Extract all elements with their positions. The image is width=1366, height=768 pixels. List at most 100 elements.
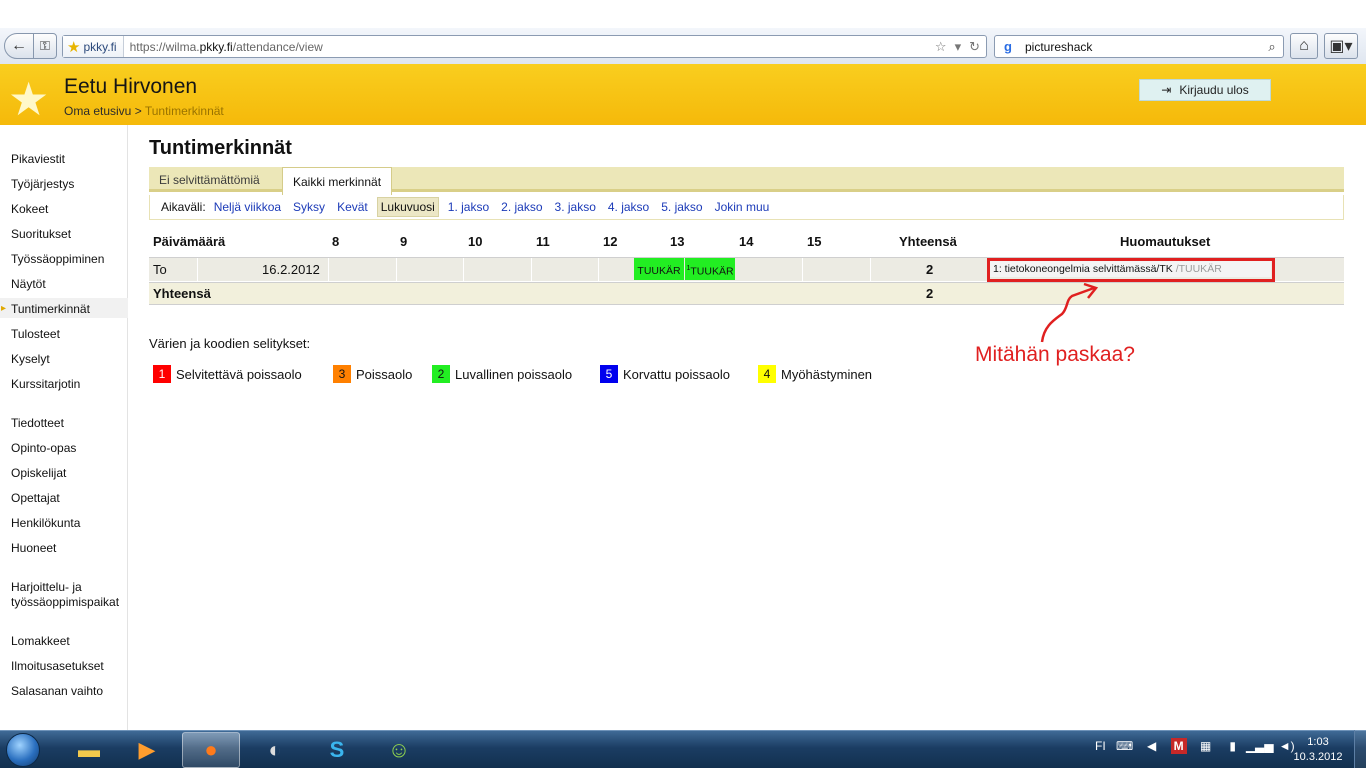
legend-swatch: 2 bbox=[432, 365, 450, 383]
cell-divider bbox=[598, 258, 599, 281]
search-icon[interactable]: ⌕ bbox=[1261, 39, 1283, 55]
back-button[interactable]: ← bbox=[4, 33, 34, 59]
sidebar-item-henkilokunta[interactable]: Henkilökunta bbox=[11, 516, 80, 530]
logo-star-icon: ★ bbox=[8, 73, 50, 125]
cell-divider bbox=[396, 258, 397, 281]
sidebar-item-suoritukset[interactable]: Suoritukset bbox=[11, 227, 71, 241]
legend-item: 2 Luvallinen poissaolo bbox=[432, 365, 572, 383]
period-school-year[interactable]: Lukuvuosi bbox=[376, 197, 439, 217]
system-tray: FI ⌨ ◀ M ▦ ▮ ▁▃▅ ◄) bbox=[1095, 738, 1295, 754]
sidebar-item-harjoittelu[interactable]: Harjoittelu- ja bbox=[11, 580, 82, 594]
bookmark-star-icon[interactable]: ☆ bbox=[935, 39, 947, 55]
sidebar-item-tuntimerkinnat[interactable]: Tuntimerkinnät bbox=[1, 302, 90, 316]
main-content: Tuntimerkinnät Ei selvittämättömiä Kaikk… bbox=[129, 125, 1366, 730]
skype-icon[interactable]: S bbox=[308, 732, 366, 768]
sidebar-item-opinto-opas[interactable]: Opinto-opas bbox=[11, 441, 76, 455]
attendance-mark[interactable]: 1TUUKÄR bbox=[685, 258, 735, 280]
col-header-15: 15 bbox=[807, 234, 822, 249]
annotation-highlight-box bbox=[987, 258, 1275, 282]
url-path: /attendance/view bbox=[232, 39, 323, 54]
sidebar-item-huoneet[interactable]: Huoneet bbox=[11, 541, 56, 555]
sidebar-item-opiskelijat[interactable]: Opiskelijat bbox=[11, 466, 66, 480]
sidebar-item-kokeet[interactable]: Kokeet bbox=[11, 202, 48, 216]
period-4[interactable]: 4. jakso bbox=[608, 200, 649, 214]
network-icon[interactable]: ▦ bbox=[1198, 738, 1214, 754]
home-button[interactable]: ⌂ bbox=[1290, 33, 1318, 59]
sidebar-item-tyossaoppiminen[interactable]: Työssäoppiminen bbox=[11, 252, 104, 266]
period-selector: Aikaväli: Neljä viikkoa Syksy Kevät Luku… bbox=[149, 195, 1344, 220]
folder-icon: ▬ bbox=[78, 737, 100, 762]
period-spring[interactable]: Kevät bbox=[337, 200, 368, 214]
cell-divider bbox=[328, 258, 329, 281]
sidebar-item-harjoittelu-line2[interactable]: työssäoppimispaikat bbox=[11, 595, 119, 609]
explorer-icon[interactable]: ▬ bbox=[60, 732, 118, 768]
cell-divider bbox=[463, 258, 464, 281]
attendance-mark[interactable]: TUUKÄR bbox=[634, 258, 684, 280]
clock[interactable]: 1:03 10.3.2012 bbox=[1290, 735, 1346, 765]
legend-swatch: 3 bbox=[333, 365, 351, 383]
period-2[interactable]: 2. jakso bbox=[501, 200, 542, 214]
url-prefix: https://wilma. bbox=[129, 39, 200, 54]
sidebar-item-tyojarjestys[interactable]: Työjärjestys bbox=[11, 177, 74, 191]
row-total: 2 bbox=[926, 262, 934, 277]
sidebar-item-ilmoitusasetukset[interactable]: Ilmoitusasetukset bbox=[11, 659, 104, 673]
sidebar-item-salasanan-vaihto[interactable]: Salasanan vaihto bbox=[11, 684, 103, 698]
site-identity[interactable]: ★ pkky.fi bbox=[63, 36, 124, 57]
period-1[interactable]: 1. jakso bbox=[448, 200, 489, 214]
clock-date: 10.3.2012 bbox=[1293, 751, 1343, 763]
tabs-bar: Ei selvittämättömiä Kaikki merkinnät bbox=[149, 167, 1344, 195]
breadcrumb-home-link[interactable]: Oma etusivu bbox=[64, 104, 131, 118]
period-3[interactable]: 3. jakso bbox=[555, 200, 596, 214]
skype-logo-icon: S bbox=[329, 737, 345, 762]
url-text[interactable]: https://wilma.pkky.fi/attendance/view bbox=[124, 40, 323, 54]
sidebar-item-kurssitarjotin[interactable]: Kurssitarjotin bbox=[11, 377, 80, 391]
legend-label: Korvattu poissaolo bbox=[623, 366, 730, 382]
gmail-notifier-icon[interactable]: M bbox=[1170, 738, 1187, 754]
signal-icon[interactable]: ▁▃▅ bbox=[1246, 738, 1274, 754]
address-bar[interactable]: ★ pkky.fi https://wilma.pkky.fi/attendan… bbox=[62, 35, 987, 58]
logout-button[interactable]: ⇥ Kirjaudu ulos bbox=[1139, 79, 1271, 101]
steam-icon[interactable]: ◐ bbox=[246, 732, 304, 768]
sidebar-item-lomakkeet[interactable]: Lomakkeet bbox=[11, 634, 70, 648]
annotation-text: Mitähän paskaa? bbox=[975, 343, 1135, 366]
reload-icon[interactable]: ↻ bbox=[969, 39, 980, 55]
sidebar-item-tulosteet[interactable]: Tulosteet bbox=[11, 327, 60, 341]
legend-swatch: 4 bbox=[758, 365, 776, 383]
sidebar-item-pikaviestit[interactable]: Pikaviestit bbox=[11, 152, 65, 166]
sidebar-item-naytot[interactable]: Näytöt bbox=[11, 277, 46, 291]
legend-label: Selvitettävä poissaolo bbox=[176, 366, 302, 382]
row-weekday: To bbox=[153, 262, 167, 277]
messenger-icon[interactable]: ☺ bbox=[370, 732, 428, 768]
firefox-icon[interactable]: ● bbox=[182, 732, 240, 768]
annotation-arrow bbox=[1040, 282, 1099, 343]
sidebar-item-kyselyt[interactable]: Kyselyt bbox=[11, 352, 50, 366]
tab-all-marks[interactable]: Kaikki merkinnät bbox=[282, 167, 393, 195]
col-header-notes: Huomautukset bbox=[1120, 234, 1211, 249]
sidebar: Pikaviestit Työjärjestys Kokeet Suorituk… bbox=[0, 125, 128, 730]
show-desktop-button[interactable] bbox=[1354, 730, 1366, 768]
cell-divider bbox=[531, 258, 532, 281]
media-player-icon[interactable]: ▶ bbox=[118, 732, 176, 768]
site-name: pkky.fi bbox=[83, 39, 117, 54]
sidebar-item-opettajat[interactable]: Opettajat bbox=[11, 491, 60, 505]
period-autumn[interactable]: Syksy bbox=[293, 200, 325, 214]
annotation-arrow-line bbox=[1040, 286, 1095, 343]
period-other[interactable]: Jokin muu bbox=[715, 200, 770, 214]
period-four-weeks[interactable]: Neljä viikkoa bbox=[214, 200, 281, 214]
language-indicator[interactable]: FI bbox=[1095, 739, 1106, 753]
sidebar-item-tiedotteet[interactable]: Tiedotteet bbox=[11, 416, 64, 430]
site-identity-icon[interactable]: ⚿ bbox=[33, 33, 57, 59]
dropdown-icon[interactable]: ▾ bbox=[955, 39, 962, 55]
search-bar[interactable]: g pictureshack ⌕ bbox=[994, 35, 1284, 58]
device-icon[interactable]: ▮ bbox=[1225, 738, 1241, 754]
bookmarks-button[interactable]: ▣▾ bbox=[1324, 33, 1358, 59]
period-5[interactable]: 5. jakso bbox=[661, 200, 702, 214]
start-button[interactable] bbox=[6, 733, 40, 767]
expand-tray-icon[interactable]: ◀ bbox=[1144, 738, 1160, 754]
firefox-globe-icon: ● bbox=[204, 737, 218, 762]
tab-unresolved[interactable]: Ei selvittämättömiä bbox=[149, 167, 270, 192]
bookmarks-icon: ▣▾ bbox=[1329, 38, 1353, 55]
keyboard-icon[interactable]: ⌨ bbox=[1116, 738, 1133, 754]
search-input[interactable]: pictureshack bbox=[1021, 40, 1261, 54]
google-icon[interactable]: g bbox=[995, 39, 1021, 54]
